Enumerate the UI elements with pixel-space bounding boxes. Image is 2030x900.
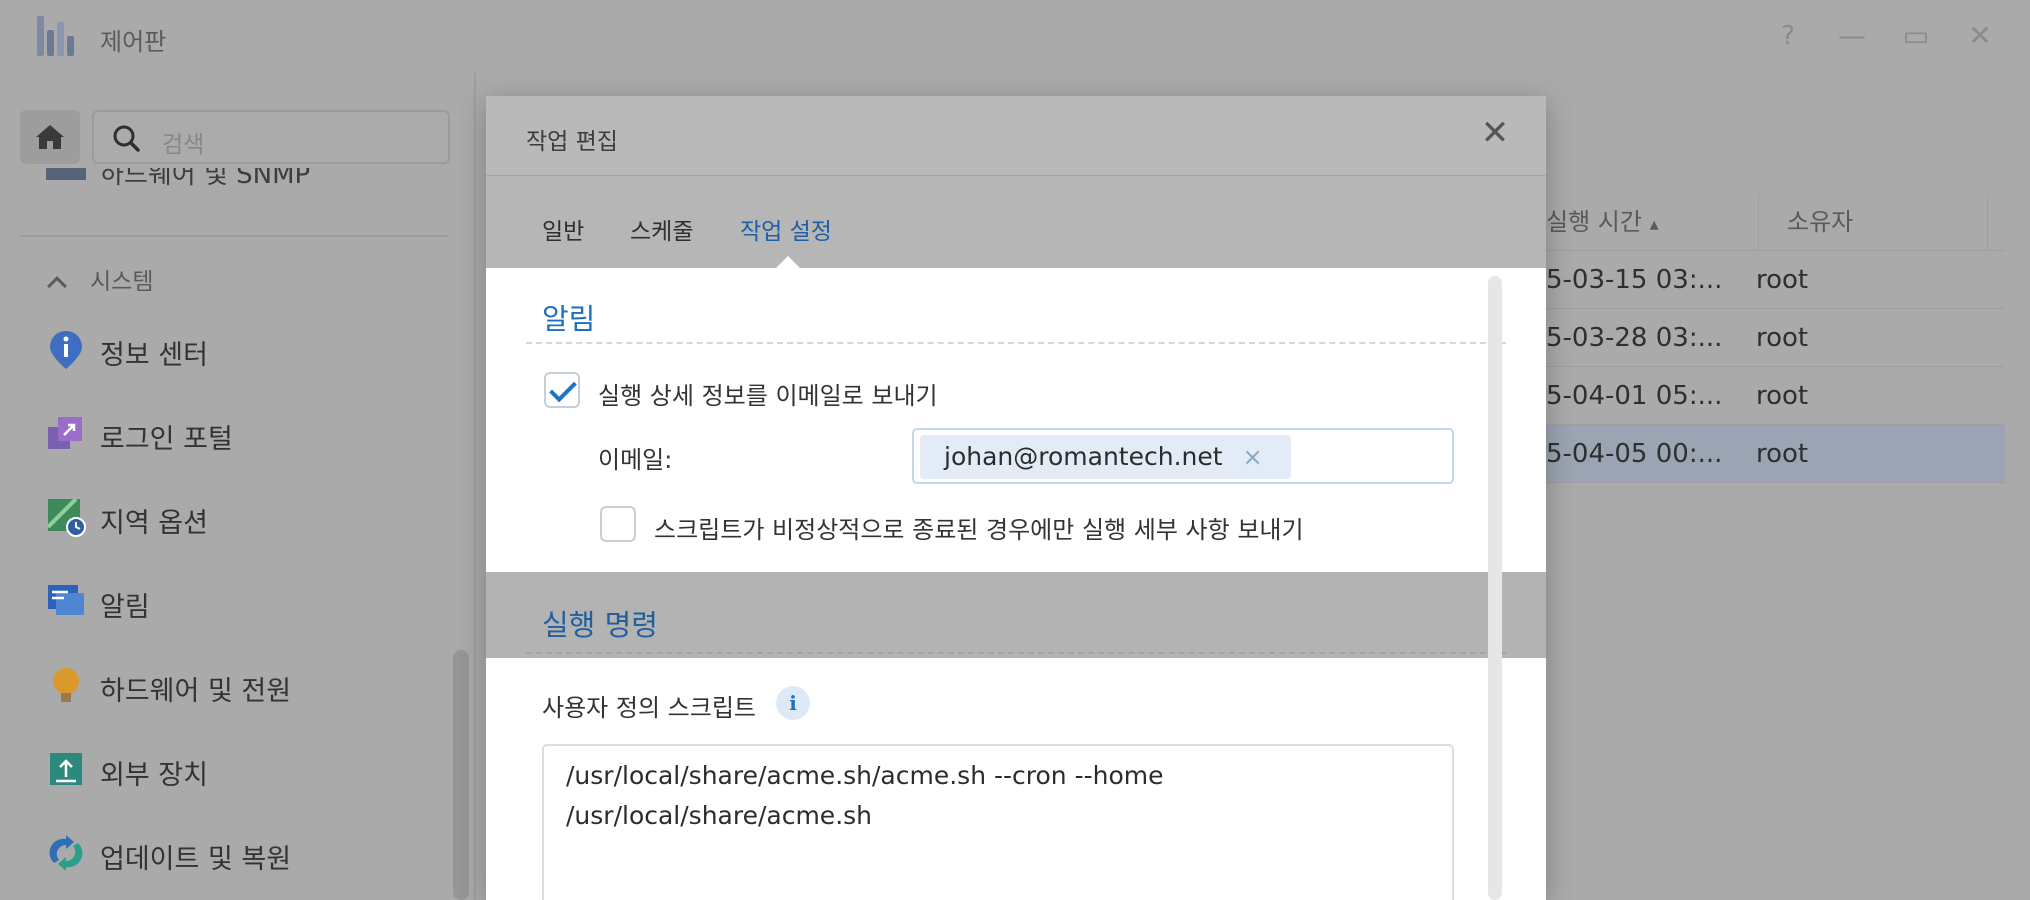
title-bar: 제어판 ? — ▭ ✕ <box>0 0 2030 72</box>
section-title-command: 실행 명령 <box>542 608 658 642</box>
user-script-label: 사용자 정의 스크립트 <box>542 694 756 722</box>
command-section: 사용자 정의 스크립트 i /usr/local/share/acme.sh/a… <box>486 658 1546 900</box>
email-field[interactable]: johan@romantech.net × <box>912 428 1454 484</box>
dialog-scrollbar[interactable] <box>1488 276 1502 900</box>
sidebar-divider <box>20 235 448 237</box>
sidebar-item-hardware-snmp[interactable]: 하드웨어 및 SNMP <box>46 168 446 202</box>
maximize-icon[interactable]: ▭ <box>1898 18 1934 54</box>
sidebar-section-system[interactable]: 시스템 <box>47 262 154 296</box>
sidebar-item-label: 지역 옵션 <box>100 508 208 539</box>
chevron-up-icon <box>47 276 67 296</box>
help-icon[interactable]: ? <box>1770 18 1806 54</box>
sidebar-item-external-devices[interactable]: 외부 장치 <box>46 745 446 795</box>
sidebar-item-regional-options[interactable]: 지역 옵션 <box>46 493 446 543</box>
sidebar-item-label: 업데이트 및 복원 <box>100 844 292 875</box>
cell-owner: root <box>1756 381 1809 411</box>
section-label: 시스템 <box>90 269 154 295</box>
user-script-textarea[interactable]: /usr/local/share/acme.sh/acme.sh --cron … <box>542 744 1454 900</box>
tab-general[interactable]: 일반 <box>542 212 584 246</box>
hardware-power-icon <box>53 668 79 702</box>
sidebar-item-label: 외부 장치 <box>100 760 208 791</box>
dialog-title: 작업 편집 <box>526 129 618 155</box>
control-panel-icon <box>33 16 77 56</box>
abnormal-only-checkbox[interactable] <box>600 506 636 542</box>
remove-email-icon[interactable]: × <box>1243 435 1263 479</box>
sidebar-item-label: 하드웨어 및 전원 <box>100 676 292 707</box>
send-email-label: 실행 상세 정보를 이메일로 보내기 <box>598 382 938 410</box>
dialog-header: 작업 편집 ✕ <box>486 96 1546 176</box>
table-row[interactable]: 5-03-28 03:... root <box>1530 309 2005 367</box>
regional-options-icon <box>46 497 86 537</box>
search-placeholder: 검색 <box>162 132 205 158</box>
minimize-icon[interactable]: — <box>1834 18 1870 54</box>
search-input[interactable]: 검색 <box>92 110 450 164</box>
sidebar: 검색 하드웨어 및 SNMP 시스템 정보 센터 로그인 포털 지역 옵션 알림… <box>0 72 470 900</box>
cell-run-time: 5-03-15 03:... <box>1546 265 1723 295</box>
cell-run-time: 5-04-05 00:... <box>1546 439 1723 469</box>
dialog-tabs: 일반 스케줄 작업 설정 <box>486 176 1546 268</box>
sidebar-item-label: 로그인 포털 <box>100 424 233 455</box>
search-icon <box>113 125 140 152</box>
section-divider <box>526 652 1506 654</box>
info-icon[interactable]: i <box>776 686 810 720</box>
cell-owner: root <box>1756 323 1809 353</box>
login-portal-icon <box>48 417 82 449</box>
sidebar-item-info-center[interactable]: 정보 센터 <box>46 325 446 375</box>
home-button[interactable] <box>20 110 80 164</box>
sidebar-item-login-portal[interactable]: 로그인 포털 <box>46 409 446 459</box>
sidebar-item-notification[interactable]: 알림 <box>46 577 446 627</box>
tab-task-settings[interactable]: 작업 설정 <box>740 212 832 246</box>
external-devices-icon <box>50 753 82 785</box>
email-value: johan@romantech.net <box>944 442 1223 471</box>
column-header-owner[interactable]: 소유자 <box>1758 194 1988 250</box>
edit-task-dialog: 작업 편집 ✕ 일반 스케줄 작업 설정 알림 실행 상세 정보를 이메일로 보… <box>486 96 1546 900</box>
sidebar-item-label: 하드웨어 및 SNMP <box>100 168 311 190</box>
close-window-icon[interactable]: ✕ <box>1962 18 1998 54</box>
table-row[interactable]: 5-04-01 05:... root <box>1530 367 2005 425</box>
update-restore-icon <box>49 835 83 871</box>
script-text: /usr/local/share/acme.sh/acme.sh --cron … <box>566 761 1164 830</box>
section-title-notification: 알림 <box>542 302 596 336</box>
sidebar-item-label: 알림 <box>100 592 150 623</box>
home-icon <box>36 125 64 149</box>
app-title: 제어판 <box>100 28 167 56</box>
sidebar-item-hardware-power[interactable]: 하드웨어 및 전원 <box>46 661 446 711</box>
section-divider <box>526 342 1506 344</box>
send-email-checkbox[interactable] <box>544 372 580 408</box>
table-row[interactable]: 5-03-15 03:... root <box>1530 251 2005 309</box>
info-pin-icon <box>50 331 82 369</box>
abnormal-only-label: 스크립트가 비정상적으로 종료된 경우에만 실행 세부 사항 보내기 <box>654 516 1304 544</box>
email-label: 이메일: <box>598 446 673 474</box>
close-icon[interactable]: ✕ <box>1478 116 1512 150</box>
cell-run-time: 5-03-28 03:... <box>1546 323 1723 353</box>
sidebar-item-update-restore[interactable]: 업데이트 및 복원 <box>46 829 446 879</box>
tab-schedule[interactable]: 스케줄 <box>630 212 693 246</box>
sidebar-edge <box>474 72 476 900</box>
cell-owner: root <box>1756 439 1809 469</box>
active-tab-indicator <box>776 256 800 268</box>
notification-icon <box>48 585 84 615</box>
email-chip: johan@romantech.net × <box>920 435 1291 479</box>
cell-owner: root <box>1756 265 1809 295</box>
command-section-header: 실행 명령 <box>486 572 1546 658</box>
sidebar-scrollbar[interactable] <box>453 650 469 900</box>
cell-run-time: 5-04-01 05:... <box>1546 381 1723 411</box>
table-row-selected[interactable]: 5-04-05 00:... root <box>1530 425 2005 483</box>
snmp-icon <box>46 168 86 180</box>
column-header-run-time[interactable]: 실행 시간 ▴ <box>1546 194 1659 250</box>
sidebar-item-label: 정보 센터 <box>100 340 208 371</box>
sort-asc-icon: ▴ <box>1649 214 1659 235</box>
column-label: 실행 시간 <box>1546 208 1642 236</box>
notification-section: 알림 실행 상세 정보를 이메일로 보내기 이메일: johan@romante… <box>486 268 1546 572</box>
